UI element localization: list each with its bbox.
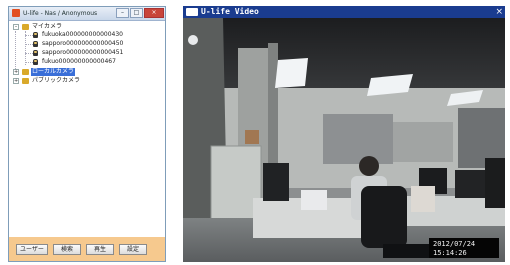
folder-icon [22,69,29,75]
video-window-title: U-life Video [201,7,259,16]
app-icon [12,9,20,17]
close-button[interactable]: × [144,8,164,18]
expand-toggle[interactable]: + [13,78,19,84]
tree-connector [25,31,26,65]
left-window-title: U-life - Nas / Anonymous [23,10,98,17]
camera-item[interactable]: fukuoka000000000000430 [33,31,163,39]
osd-time: 15:14:26 [433,249,467,257]
timestamp-overlay: 2012/07/24 15:14:26 [429,238,499,258]
tree-node-label: パブリックカメラ [32,77,81,84]
expand-toggle[interactable]: + [13,69,19,75]
tree-connector [25,44,33,45]
folder-icon [22,78,29,84]
camera-item[interactable]: fukuo000000000000467 [33,58,163,66]
video-feed[interactable]: 2012/07/24 15:14:26 [183,18,505,262]
button-bar: ユーザー 検索 再生 設定 [9,237,165,261]
tree-node-label: ローカルカメラ [31,68,75,76]
camera-icon [33,59,38,65]
tree-connector [15,31,16,73]
video-close-button[interactable]: × [495,6,503,18]
settings-button[interactable]: 設定 [119,244,147,255]
maximize-button[interactable]: □ [130,8,143,18]
camera-icon [33,32,38,38]
user-button[interactable]: ユーザー [16,244,48,255]
collapse-toggle[interactable]: – [13,24,19,30]
tree-connector [25,35,33,36]
video-app-icon [186,8,198,16]
refresh-button[interactable]: 再生 [86,244,114,255]
tree-connector [25,62,33,63]
camera-name: sapporo000000000000450 [42,40,124,47]
tree-connector [25,53,33,54]
camera-name: fukuo000000000000467 [42,58,116,65]
camera-icon [33,41,38,47]
tree-node-public-cameras[interactable]: + パブリックカメラ [13,77,163,85]
camera-name: sapporo000000000000451 [42,49,124,56]
minimize-button[interactable]: – [116,8,129,18]
tree-node-local-cameras[interactable]: + ローカルカメラ [13,68,163,76]
folder-icon [22,24,29,30]
camera-icon [33,50,38,56]
camera-item[interactable]: sapporo000000000000451 [33,49,163,57]
tree-node-my-cameras[interactable]: – マイカメラ [13,23,163,31]
osd-date: 2012/07/24 [433,240,476,248]
office-camera-frame [183,18,505,262]
camera-list-window: U-life - Nas / Anonymous – □ × – マイカメラ f… [8,6,166,262]
left-titlebar[interactable]: U-life - Nas / Anonymous – □ × [9,7,165,21]
camera-item[interactable]: sapporo000000000000450 [33,40,163,48]
search-button[interactable]: 検索 [53,244,81,255]
video-window: U-life Video × 2012/07/24 15:14:26 [183,6,505,262]
camera-tree: – マイカメラ fukuoka000000000000430 sapporo00… [13,23,162,235]
tree-node-label: マイカメラ [32,23,63,30]
camera-name: fukuoka000000000000430 [42,31,123,38]
